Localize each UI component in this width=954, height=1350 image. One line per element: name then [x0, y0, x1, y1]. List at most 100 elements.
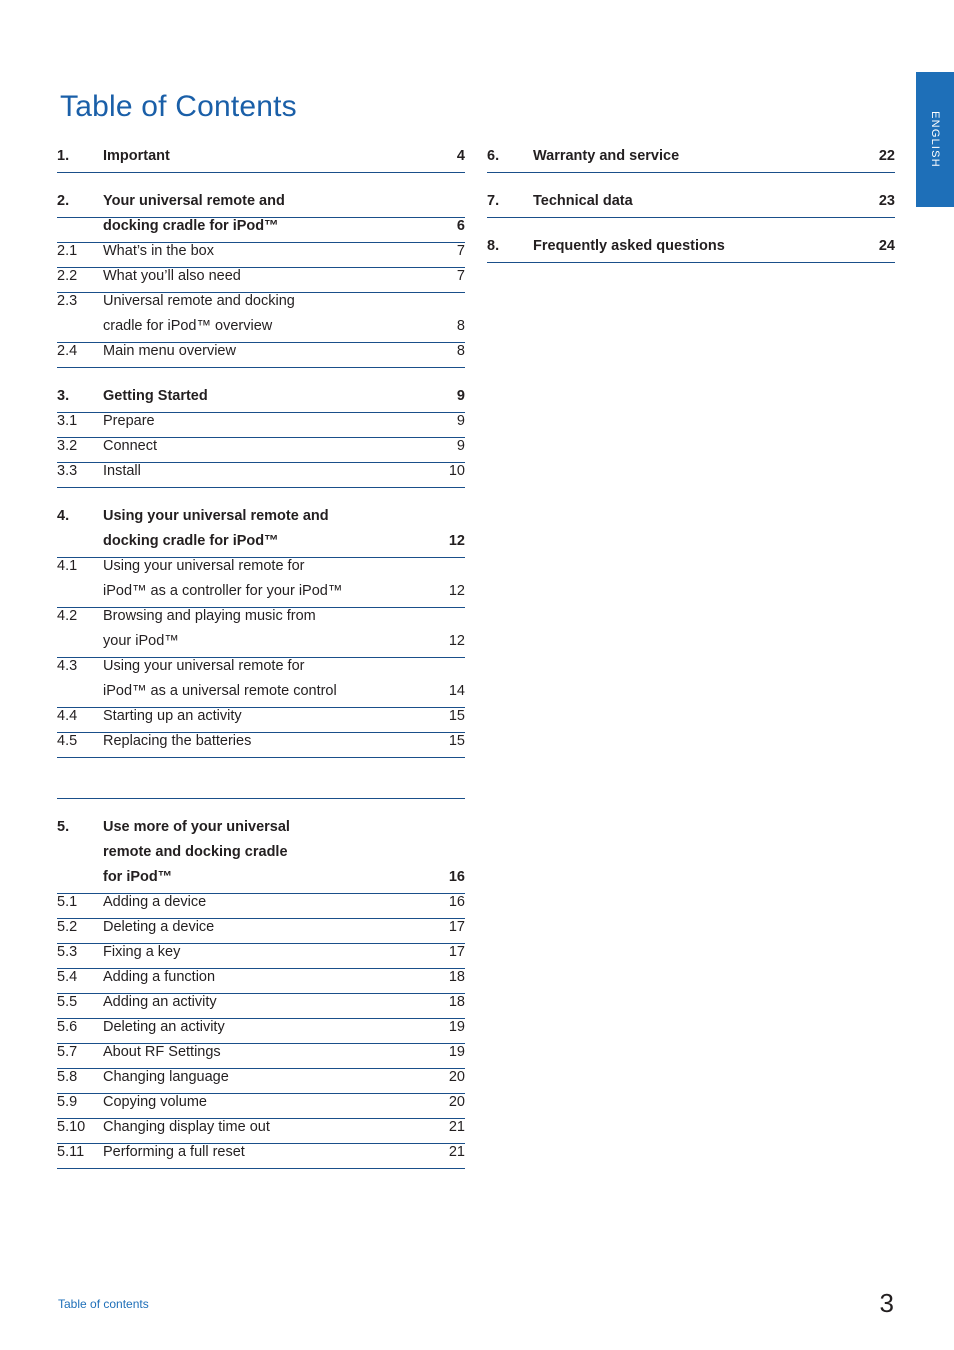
toc-entry-page: 9 — [456, 438, 465, 454]
toc-entry-title: Install — [103, 463, 141, 479]
toc-entry-page: 18 — [448, 969, 465, 985]
toc-entry-title: docking cradle for iPod™ — [103, 533, 279, 549]
english-language-tab-label: ENGLISH — [929, 111, 941, 168]
toc-entry-row[interactable]: 5.11 Performing a full reset 21 — [57, 1144, 465, 1169]
toc-group-spacer — [57, 488, 465, 508]
toc-chapter-row[interactable]: docking cradle for iPod™ 6 — [57, 218, 465, 243]
toc-entry-title: Main menu overview — [103, 343, 236, 359]
toc-entry-page: 14 — [448, 683, 465, 699]
toc-entry-title: Replacing the batteries — [103, 733, 252, 749]
toc-entry-page: 17 — [448, 919, 465, 935]
toc-entry-number: 4.4 — [57, 708, 78, 724]
toc-entry-title: Your universal remote and — [103, 193, 285, 209]
toc-entry-title: Deleting an activity — [103, 1019, 225, 1035]
toc-entry-number: 5.1 — [57, 894, 78, 910]
toc-entry-title: Adding an activity — [103, 994, 217, 1010]
toc-chapter-row[interactable]: docking cradle for iPod™ 12 — [57, 533, 465, 558]
toc-chapter-row[interactable]: for iPod™ 16 — [57, 869, 465, 894]
toc-right-column: 6. Warranty and service 22 7. Technical data… — [487, 148, 895, 263]
toc-entry-number: 3.3 — [57, 463, 78, 479]
toc-entry-title: Getting Started — [103, 388, 208, 404]
toc-entry-title: Technical data — [533, 193, 633, 209]
toc-entry-number: 4.3 — [57, 658, 78, 674]
toc-entry-row[interactable]: 5.4 Adding a function 18 — [57, 969, 465, 994]
toc-entry-title: Adding a function — [103, 969, 216, 985]
toc-entry-title: docking cradle for iPod™ — [103, 218, 279, 234]
toc-entry-title: Universal remote and docking — [103, 293, 295, 309]
toc-entry-title: iPod™ as a controller for your iPod™ — [103, 583, 343, 599]
toc-chapter-row[interactable]: 5. Use more of your universal — [57, 819, 465, 844]
toc-entry-page: 15 — [448, 708, 465, 724]
toc-entry-page: 21 — [448, 1119, 465, 1135]
toc-entry-row[interactable]: iPod™ as a controller for your iPod™ 12 — [57, 583, 465, 608]
toc-entry-page: 7 — [456, 243, 465, 259]
toc-entry-row[interactable]: 3.1 Prepare 9 — [57, 413, 465, 438]
toc-entry-number: 6. — [487, 148, 500, 164]
toc-entry-number: 7. — [487, 193, 500, 209]
toc-chapter-row[interactable]: 6. Warranty and service 22 — [487, 148, 895, 173]
toc-entry-page: 20 — [448, 1069, 465, 1085]
toc-group-spacer — [487, 173, 895, 193]
toc-entry-number: 4. — [57, 508, 70, 524]
toc-entry-number: 8. — [487, 238, 500, 254]
toc-entry-number: 3. — [57, 388, 70, 404]
toc-entry-page: 23 — [878, 193, 895, 209]
toc-entry-page: 7 — [456, 268, 465, 284]
toc-entry-title: Performing a full reset — [103, 1144, 245, 1160]
toc-chapter-row[interactable]: 7. Technical data 23 — [487, 193, 895, 218]
toc-entry-page: 8 — [456, 318, 465, 334]
toc-entry-title: Copying volume — [103, 1094, 207, 1110]
toc-entry-number: 2.2 — [57, 268, 78, 284]
toc-entry-row[interactable]: iPod™ as a universal remote control 14 — [57, 683, 465, 708]
toc-entry-title: Deleting a device — [103, 919, 215, 935]
toc-entry-page: 15 — [448, 733, 465, 749]
toc-entry-row[interactable]: 2.4 Main menu overview 8 — [57, 343, 465, 368]
toc-entry-row[interactable]: 5.6 Deleting an activity 19 — [57, 1019, 465, 1044]
toc-entry-row[interactable]: 5.3 Fixing a key 17 — [57, 944, 465, 969]
toc-entry-row[interactable]: 5.9 Copying volume 20 — [57, 1094, 465, 1119]
toc-entry-row[interactable]: 4.3 Using your universal remote for — [57, 658, 465, 683]
toc-chapter-row[interactable]: remote and docking cradle — [57, 844, 465, 869]
toc-entry-page: 10 — [448, 463, 465, 479]
toc-entry-page: 12 — [448, 533, 465, 549]
toc-entry-number: 1. — [57, 148, 70, 164]
toc-chapter-row[interactable]: 3. Getting Started 9 — [57, 388, 465, 413]
toc-entry-title: cradle for iPod™ overview — [103, 318, 273, 334]
toc-entry-row[interactable]: 4.2 Browsing and playing music from — [57, 608, 465, 633]
toc-entry-row[interactable]: cradle for iPod™ overview 8 — [57, 318, 465, 343]
toc-entry-title: for iPod™ — [103, 869, 173, 885]
toc-entry-row[interactable]: 5.10 Changing display time out 21 — [57, 1119, 465, 1144]
toc-entry-title: What’s in the box — [103, 243, 214, 259]
toc-entry-number: 5.11 — [57, 1144, 85, 1160]
toc-entry-page: 17 — [448, 944, 465, 960]
toc-entry-row[interactable]: 4.4 Starting up an activity 15 — [57, 708, 465, 733]
toc-entry-row[interactable]: 3.3 Install 10 — [57, 463, 465, 488]
toc-entry-row[interactable]: 2.3 Universal remote and docking — [57, 293, 465, 318]
toc-entry-number: 4.5 — [57, 733, 78, 749]
toc-entry-title: Fixing a key — [103, 944, 181, 960]
toc-entry-row[interactable]: 2.1 What’s in the box 7 — [57, 243, 465, 268]
toc-entry-row[interactable]: 5.5 Adding an activity 18 — [57, 994, 465, 1019]
toc-entry-row[interactable]: 2.2 What you’ll also need 7 — [57, 268, 465, 293]
toc-entry-row[interactable]: 4.1 Using your universal remote for — [57, 558, 465, 583]
toc-entry-title: remote and docking cradle — [103, 844, 288, 860]
toc-entry-title: Warranty and service — [533, 148, 680, 164]
toc-entry-number: 2.1 — [57, 243, 78, 259]
toc-entry-row[interactable]: 5.8 Changing language 20 — [57, 1069, 465, 1094]
toc-entry-page: 9 — [456, 413, 465, 429]
toc-entry-number: 5.5 — [57, 994, 78, 1010]
toc-entry-number: 2. — [57, 193, 70, 209]
toc-entry-row[interactable]: 4.5 Replacing the batteries 15 — [57, 733, 465, 758]
toc-entry-row[interactable]: 3.2 Connect 9 — [57, 438, 465, 463]
toc-entry-row[interactable]: 5.1 Adding a device 16 — [57, 894, 465, 919]
toc-entry-page: 22 — [878, 148, 895, 164]
toc-entry-row[interactable]: 5.7 About RF Settings 19 — [57, 1044, 465, 1069]
toc-chapter-row[interactable]: 4. Using your universal remote and — [57, 508, 465, 533]
toc-chapter-row[interactable]: 1. Important 4 — [57, 148, 465, 173]
toc-entry-row[interactable]: your iPod™ 12 — [57, 633, 465, 658]
toc-entry-number: 5.3 — [57, 944, 78, 960]
toc-entry-row[interactable]: 5.2 Deleting a device 17 — [57, 919, 465, 944]
toc-chapter-row[interactable]: 2. Your universal remote and — [57, 193, 465, 218]
toc-entry-page: 19 — [448, 1044, 465, 1060]
toc-chapter-row[interactable]: 8. Frequently asked questions 24 — [487, 238, 895, 263]
